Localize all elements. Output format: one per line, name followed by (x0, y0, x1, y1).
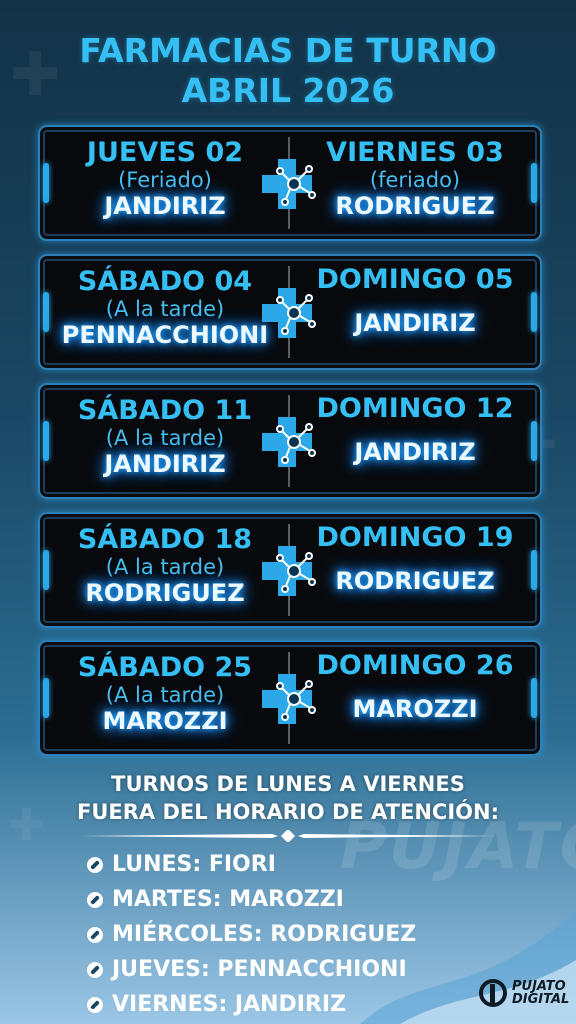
list-item: MIÉRCOLES: RODRIGUEZ (86, 917, 416, 952)
day-label: DOMINGO 12 (316, 393, 514, 424)
page-title: FARMACIAS DE TURNO (79, 31, 497, 70)
list-item: JUEVES: PENNACCHIONI (86, 952, 416, 987)
pharmacy-name: JANDIRIZ (104, 450, 226, 478)
right-day-column: DOMINGO 12 JANDIRIZ (290, 385, 540, 497)
left-day-column: SÁBADO 11 (A la tarde) JANDIRIZ (40, 385, 290, 497)
day-label: JUEVES 02 (86, 137, 244, 168)
pharmacy-name: JANDIRIZ (354, 438, 476, 466)
left-day-column: JUEVES 02 (Feriado) JANDIRIZ (40, 127, 290, 239)
pharmacy-name: RODRIGUEZ (335, 567, 495, 595)
list-item: VIERNES: JANDIRIZ (86, 987, 416, 1022)
day-label: VIERNES 03 (326, 137, 504, 168)
pharmacy-name: JANDIRIZ (354, 309, 476, 337)
weekday-title: TURNOS DE LUNES A VIERNES (111, 772, 465, 796)
logo-text-line2: DIGITAL (512, 992, 570, 1007)
left-day-column: SÁBADO 25 (A la tarde) MAROZZI (40, 642, 290, 754)
logo-icon (479, 979, 507, 1007)
ornamental-divider (82, 830, 494, 842)
pill-icon (87, 926, 103, 943)
day-note: (A la tarde) (105, 426, 225, 450)
weekday-item: MARTES: MAROZZI (112, 887, 344, 912)
weekday-item: VIERNES: JANDIRIZ (112, 992, 347, 1017)
weekday-list: LUNES: FIORI MARTES: MAROZZI MIÉRCOLES: … (86, 847, 416, 1022)
day-label: DOMINGO 26 (316, 650, 514, 681)
day-note: (Feriado) (118, 168, 212, 192)
day-note: (A la tarde) (105, 297, 225, 321)
pill-icon (87, 891, 103, 908)
schedule-card: SÁBADO 18 (A la tarde) RODRIGUEZ DOMINGO 19… (38, 512, 542, 628)
pill-icon (87, 996, 103, 1013)
right-day-column: DOMINGO 05 JANDIRIZ (290, 256, 540, 368)
right-day-column: DOMINGO 26 MAROZZI (290, 642, 540, 754)
pharmacy-name: MAROZZI (102, 707, 228, 735)
day-note: (A la tarde) (105, 555, 225, 579)
day-note: (feriado) (369, 168, 461, 192)
schedule-card: JUEVES 02 (Feriado) JANDIRIZ VIERNES 03 (fer… (38, 125, 542, 241)
page-subtitle: ABRIL 2026 (181, 71, 395, 110)
weekday-item: JUEVES: PENNACCHIONI (112, 957, 407, 982)
left-day-column: SÁBADO 18 (A la tarde) RODRIGUEZ (40, 514, 290, 626)
pharmacy-cross-molecule-icon (260, 672, 320, 728)
schedule-card: SÁBADO 11 (A la tarde) JANDIRIZ DOMINGO 12 J… (38, 383, 542, 499)
brand-logo: PUJATO DIGITAL (478, 978, 569, 1008)
list-item: MARTES: MAROZZI (86, 882, 416, 917)
pill-icon (87, 961, 103, 978)
weekday-subtitle: FUERA DEL HORARIO DE ATENCIÓN: (77, 800, 499, 824)
pharmacy-cross-molecule-icon (260, 415, 320, 471)
weekday-item: LUNES: FIORI (112, 852, 276, 877)
day-label: SÁBADO 04 (77, 266, 253, 297)
pharmacy-name: RODRIGUEZ (85, 579, 245, 607)
pharmacy-name: PENNACCHIONI (61, 321, 269, 349)
right-day-column: VIERNES 03 (feriado) RODRIGUEZ (290, 127, 540, 239)
list-item: LUNES: FIORI (86, 847, 416, 882)
schedule-card: SÁBADO 25 (A la tarde) MAROZZI DOMINGO 26 MA… (38, 640, 542, 756)
pharmacy-cross-molecule-icon (260, 157, 320, 213)
pharmacy-cross-molecule-icon (260, 286, 320, 342)
pill-icon (87, 856, 103, 873)
day-note: (A la tarde) (105, 683, 225, 707)
weekday-item: MIÉRCOLES: RODRIGUEZ (112, 922, 417, 947)
pharmacy-name: MAROZZI (352, 695, 478, 723)
right-day-column: DOMINGO 19 RODRIGUEZ (290, 514, 540, 626)
pharmacy-name: RODRIGUEZ (335, 192, 495, 220)
day-label: DOMINGO 19 (316, 522, 514, 553)
day-label: SÁBADO 25 (77, 652, 253, 683)
pharmacy-name: JANDIRIZ (104, 192, 226, 220)
day-label: SÁBADO 11 (77, 395, 253, 426)
day-label: SÁBADO 18 (77, 524, 253, 555)
left-day-column: SÁBADO 04 (A la tarde) PENNACCHIONI (40, 256, 290, 368)
day-label: DOMINGO 05 (316, 264, 514, 295)
pharmacy-cross-molecule-icon (260, 544, 320, 600)
schedule-card: SÁBADO 04 (A la tarde) PENNACCHIONI DOMINGO… (38, 254, 542, 370)
